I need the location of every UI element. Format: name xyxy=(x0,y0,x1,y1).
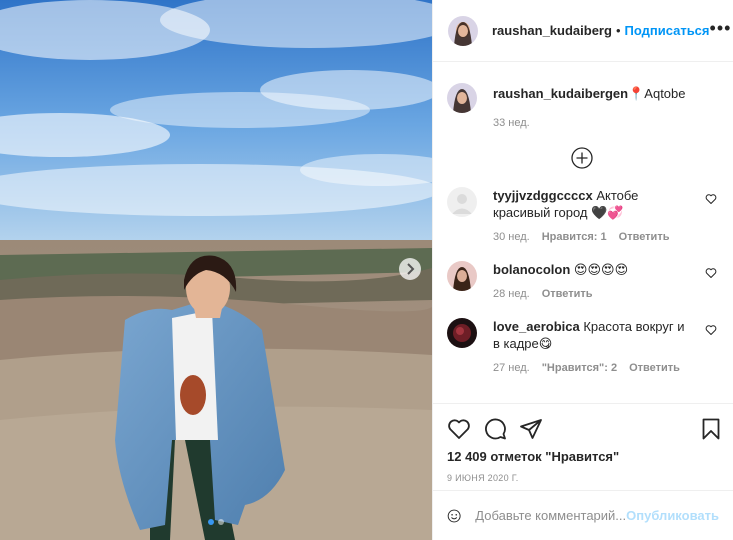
carousel-indicator xyxy=(0,519,432,525)
post-actions: 12 409 отметок "Нравится" 9 ИЮНЯ 2020 Г. xyxy=(433,403,733,483)
emoji-icon[interactable] xyxy=(447,504,461,528)
comment-meta: 28 нед. Ответить xyxy=(493,288,688,300)
comment-content: 😍😍😍😍 xyxy=(573,262,629,277)
comment-item: tyyjjvzdggccccx Актобе красивый город 🖤💞… xyxy=(447,187,717,243)
comment-username[interactable]: love_aerobica xyxy=(493,319,580,334)
load-more-comments-button[interactable] xyxy=(447,147,717,169)
comment-likes[interactable]: "Нравится": 2 xyxy=(542,362,617,374)
add-comment-bar: Добавьте комментарий... Опубликовать xyxy=(433,490,733,540)
comment-time[interactable]: 27 нед. xyxy=(493,362,530,374)
action-icons xyxy=(447,404,720,450)
comment-username[interactable]: tyyjjvzdggccccx xyxy=(493,188,593,203)
paper-plane-icon xyxy=(520,419,542,439)
comment-likes[interactable]: Нравится: 1 xyxy=(542,231,607,243)
photo-image xyxy=(0,0,432,540)
comment-meta: 30 нед. Нравится: 1 Ответить xyxy=(493,231,688,243)
comment-input[interactable]: Добавьте комментарий... xyxy=(475,508,626,523)
comment-item: bolanocolon 😍😍😍😍 28 нед. Ответить xyxy=(447,261,717,300)
comment-avatar[interactable] xyxy=(447,318,477,348)
author-username[interactable]: raushan_kudaiberg xyxy=(492,23,612,38)
caption-meta: 33 нед. xyxy=(493,117,686,129)
comment-text: bolanocolon 😍😍😍😍 xyxy=(493,261,688,278)
like-button[interactable] xyxy=(447,417,471,441)
carousel-dot xyxy=(218,519,224,525)
reply-button[interactable]: Ответить xyxy=(619,231,670,243)
caption-time[interactable]: 33 нед. xyxy=(493,117,530,129)
like-comment-heart-icon[interactable] xyxy=(705,193,717,205)
comment-time[interactable]: 30 нед. xyxy=(493,231,530,243)
carousel-dot-active xyxy=(208,519,214,525)
comment-time[interactable]: 28 нед. xyxy=(493,288,530,300)
comment-button[interactable] xyxy=(483,417,507,441)
comment-username[interactable]: bolanocolon xyxy=(493,262,570,277)
follow-button[interactable]: Подписаться xyxy=(625,23,710,38)
comment-body: tyyjjvzdggccccx Актобе красивый город 🖤💞… xyxy=(493,187,688,243)
publish-button[interactable]: Опубликовать xyxy=(626,508,719,523)
caption-body: raushan_kudaibergen📍Aqtobe 33 нед. xyxy=(493,83,686,129)
comment-body: love_aerobica Красота вокруг и в кадре😋 … xyxy=(493,318,688,374)
chevron-right-icon xyxy=(407,263,415,275)
comment-body: bolanocolon 😍😍😍😍 28 нед. Ответить xyxy=(493,261,688,300)
likes-count[interactable]: 12 409 отметок "Нравится" xyxy=(447,449,717,464)
plus-circle-icon xyxy=(571,147,593,169)
author-avatar[interactable] xyxy=(448,15,478,46)
comments-list[interactable]: raushan_kudaibergen📍Aqtobe 33 нед. tyyjj… xyxy=(433,63,733,403)
post-header: raushan_kudaiberg • Подписаться ••• xyxy=(433,0,733,62)
comment-avatar[interactable] xyxy=(447,261,477,291)
reply-button[interactable]: Ответить xyxy=(629,362,680,374)
share-button[interactable] xyxy=(519,417,543,441)
caption-content: 📍Aqtobe xyxy=(628,86,686,101)
heart-icon xyxy=(448,419,470,439)
post-sidebar: raushan_kudaiberg • Подписаться ••• raus… xyxy=(432,0,733,540)
comment-avatar[interactable] xyxy=(447,187,477,217)
post-photo[interactable] xyxy=(0,0,432,540)
caption-text: raushan_kudaibergen📍Aqtobe xyxy=(493,85,686,103)
comment-bubble-icon xyxy=(485,418,506,440)
like-comment-heart-icon[interactable] xyxy=(705,324,717,336)
reply-button[interactable]: Ответить xyxy=(542,288,593,300)
comment-text: tyyjjvzdggccccx Актобе красивый город 🖤💞 xyxy=(493,187,688,221)
next-photo-button[interactable] xyxy=(399,258,421,280)
comment-text: love_aerobica Красота вокруг и в кадре😋 xyxy=(493,318,688,352)
header-separator: • xyxy=(615,23,621,38)
comment-item: love_aerobica Красота вокруг и в кадре😋 … xyxy=(447,318,717,374)
save-button[interactable] xyxy=(699,417,723,441)
like-comment-heart-icon[interactable] xyxy=(705,267,717,279)
post-date[interactable]: 9 ИЮНЯ 2020 Г. xyxy=(447,473,717,483)
bookmark-icon xyxy=(702,418,720,440)
comment-meta: 27 нед. "Нравится": 2 Ответить xyxy=(493,362,688,374)
more-options-icon[interactable]: ••• xyxy=(710,19,732,39)
post-caption: raushan_kudaibergen📍Aqtobe 33 нед. xyxy=(447,83,717,129)
caption-username[interactable]: raushan_kudaibergen xyxy=(493,86,628,101)
caption-avatar[interactable] xyxy=(447,83,477,113)
